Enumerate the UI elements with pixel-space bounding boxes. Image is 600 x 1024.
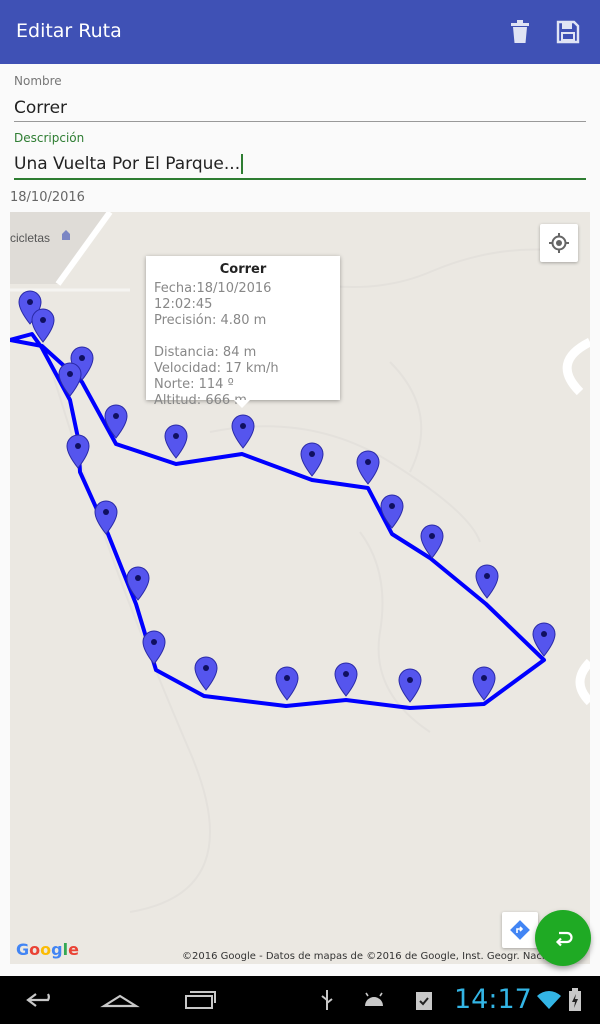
map-building [10, 212, 110, 284]
name-label: Nombre [14, 74, 62, 88]
map-marker[interactable] [475, 564, 499, 599]
google-logo: Google [16, 940, 79, 959]
home-icon[interactable] [100, 988, 140, 1012]
map-copyright: ©2016 Google - Datos de mapas de ©2016 d… [182, 951, 567, 962]
save-button[interactable] [552, 16, 584, 48]
map-path [389, 361, 423, 473]
info-velocidad: Velocidad: 17 km/h [154, 361, 279, 376]
description-underline [14, 178, 586, 180]
marker-info-window: Correr Fecha:18/10/2016 12:02:45 Precisi… [146, 256, 340, 408]
map-marker[interactable] [58, 362, 82, 397]
page-title: Editar Ruta [16, 20, 122, 42]
recent-apps-icon[interactable] [182, 988, 218, 1012]
map-road [562, 337, 590, 396]
map-view[interactable]: cicletas Correr Fecha:18/10/2016 12:02:4… [10, 212, 590, 964]
name-field[interactable]: Correr [14, 98, 67, 118]
directions-icon [510, 920, 530, 940]
status-clock: 14:17 [454, 984, 532, 1015]
map-road [575, 658, 590, 706]
description-value: Una Vuelta Por El Parque... [14, 154, 241, 174]
route-date: 18/10/2016 [10, 190, 85, 205]
wifi-icon [537, 991, 561, 1009]
android-debug-icon [365, 992, 383, 1006]
info-distancia: Distancia: 84 m [154, 345, 257, 360]
map-marker[interactable] [356, 450, 380, 485]
my-location-button[interactable] [540, 224, 578, 262]
clipboard-check-icon [416, 992, 432, 1010]
map-marker[interactable] [142, 630, 166, 665]
map-marker[interactable] [300, 442, 324, 477]
description-field[interactable]: Una Vuelta Por El Parque... [14, 154, 244, 174]
map-marker[interactable] [398, 668, 422, 703]
info-title: Correr [219, 262, 267, 277]
return-fab[interactable] [535, 910, 591, 966]
map-marker[interactable] [194, 656, 218, 691]
back-icon[interactable] [24, 988, 60, 1012]
delete-button[interactable] [504, 16, 536, 48]
map-marker[interactable] [94, 500, 118, 535]
map-marker[interactable] [472, 666, 496, 701]
usb-icon [321, 990, 333, 1010]
text-cursor [241, 154, 244, 174]
map-marker[interactable] [275, 666, 299, 701]
info-window-tail [234, 400, 250, 408]
map-marker[interactable] [231, 414, 255, 449]
place-label: cicletas [10, 231, 50, 245]
name-underline [14, 121, 586, 122]
battery-charging-icon [569, 988, 581, 1011]
crosshair-icon [549, 233, 569, 253]
info-fecha: Fecha:18/10/2016 12:02:45 [154, 281, 272, 312]
map-marker[interactable] [334, 662, 358, 697]
description-label: Descripción [14, 131, 85, 145]
route-form: Nombre Correr Descripción Una Vuelta Por… [0, 64, 600, 212]
directions-button[interactable] [502, 912, 538, 948]
trash-icon [511, 20, 529, 43]
app-bar: Editar Ruta [0, 0, 600, 64]
info-norte: Norte: 114 º [154, 377, 234, 392]
info-precision: Precisión: 4.80 m [154, 313, 267, 328]
map-marker[interactable] [164, 424, 188, 459]
return-icon [555, 931, 573, 947]
map-marker[interactable] [66, 434, 90, 469]
system-navigation-bar: 14:17 [0, 976, 600, 1024]
save-icon [556, 20, 580, 44]
